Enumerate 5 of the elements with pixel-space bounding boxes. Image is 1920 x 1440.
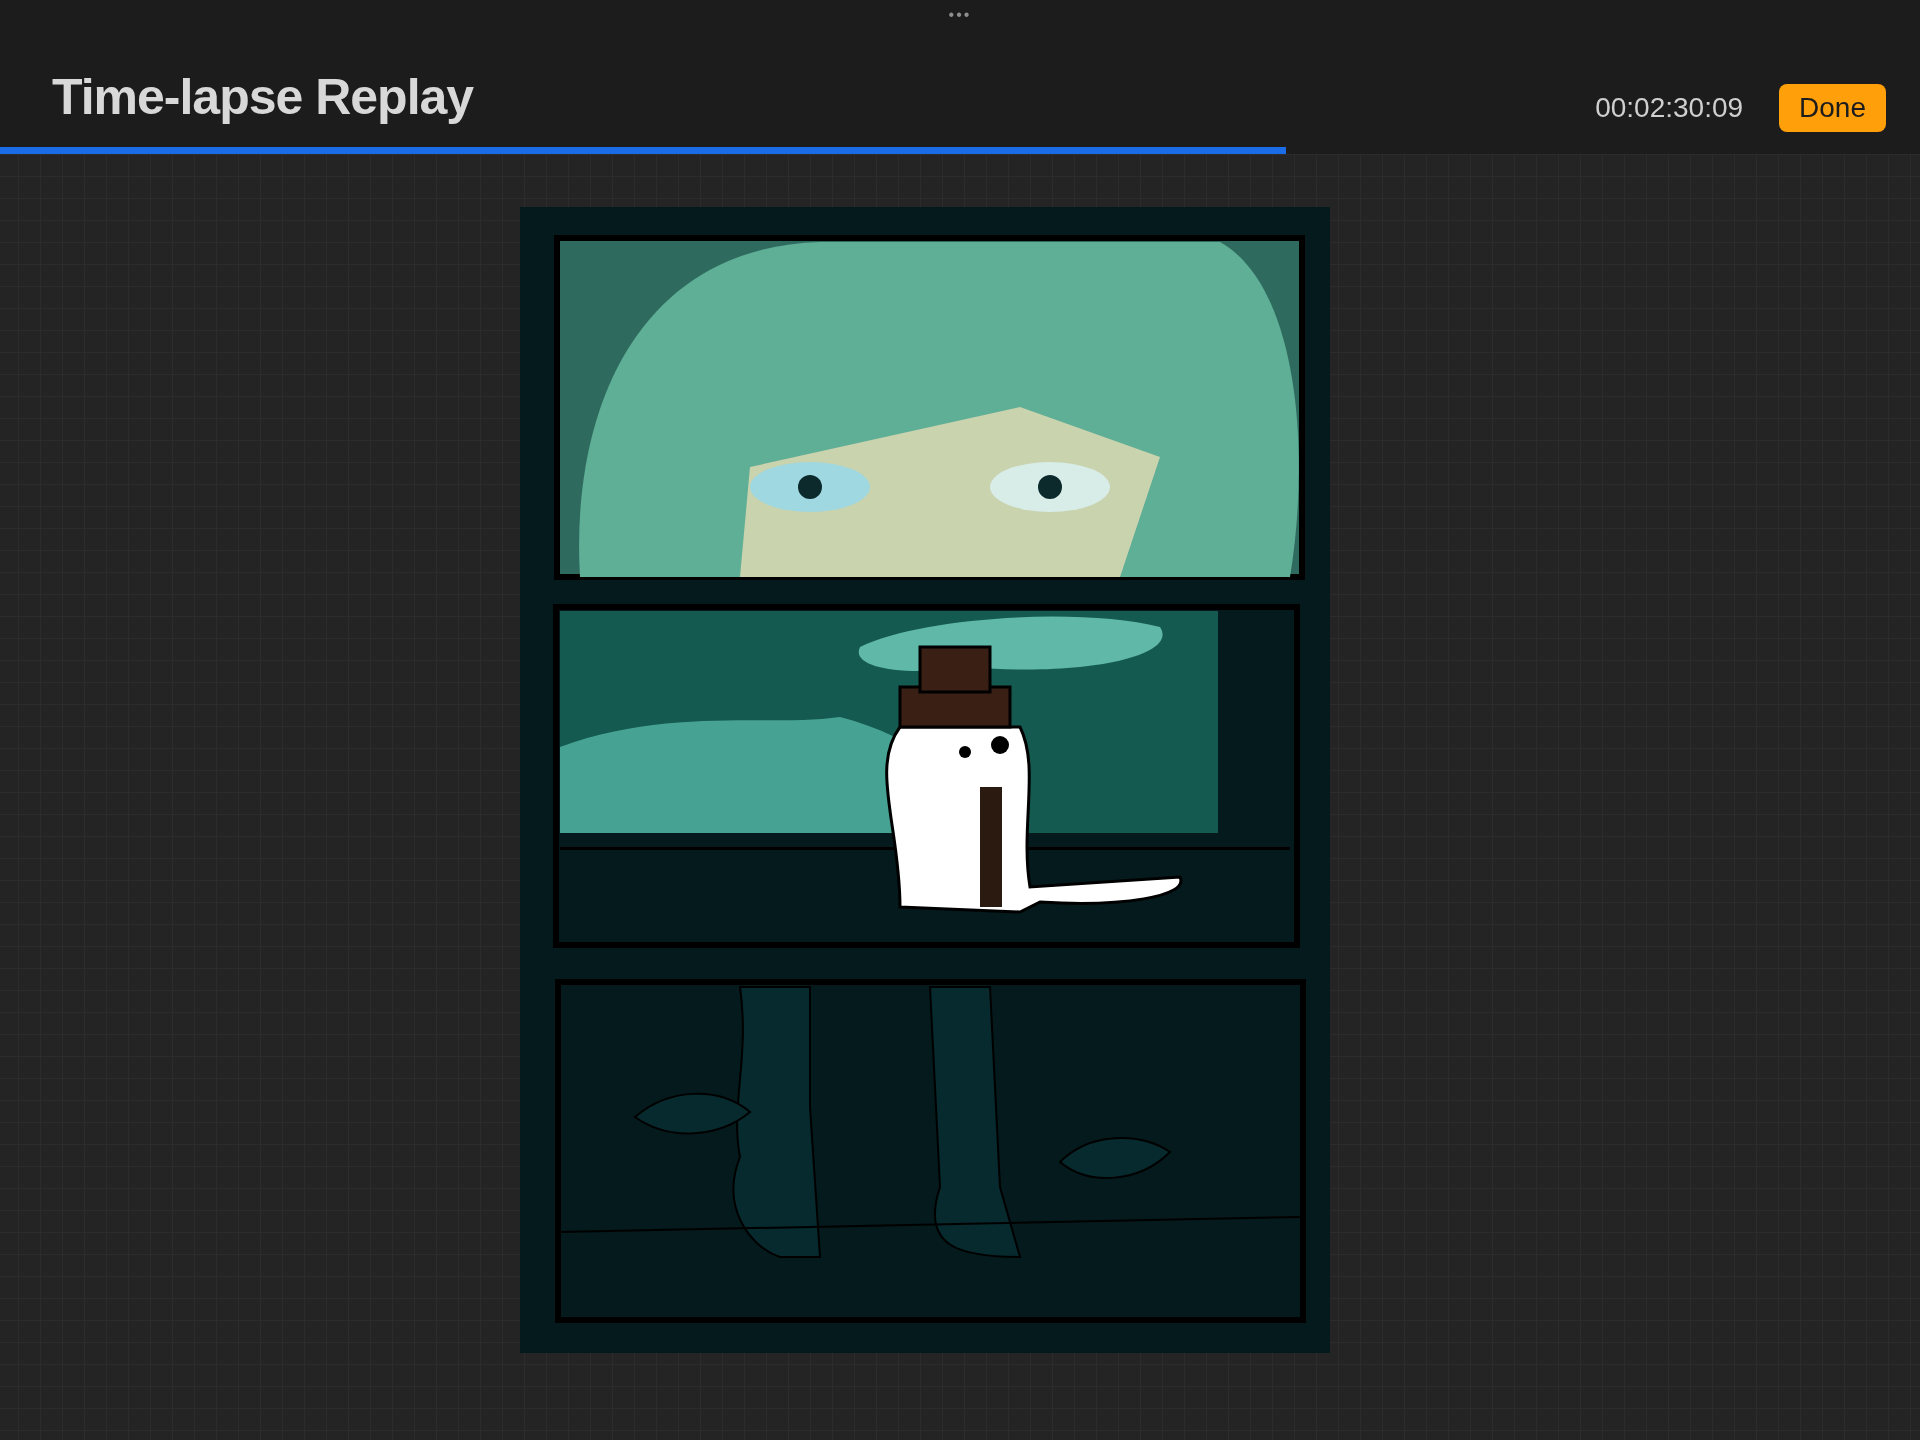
elapsed-time: 00:02:30:09 xyxy=(1595,92,1744,124)
more-menu-dots[interactable]: ••• xyxy=(948,6,972,24)
screen-title: Time-lapse Replay xyxy=(52,68,475,126)
done-button[interactable]: Done xyxy=(1779,84,1886,132)
progress-fill[interactable] xyxy=(0,147,1287,154)
